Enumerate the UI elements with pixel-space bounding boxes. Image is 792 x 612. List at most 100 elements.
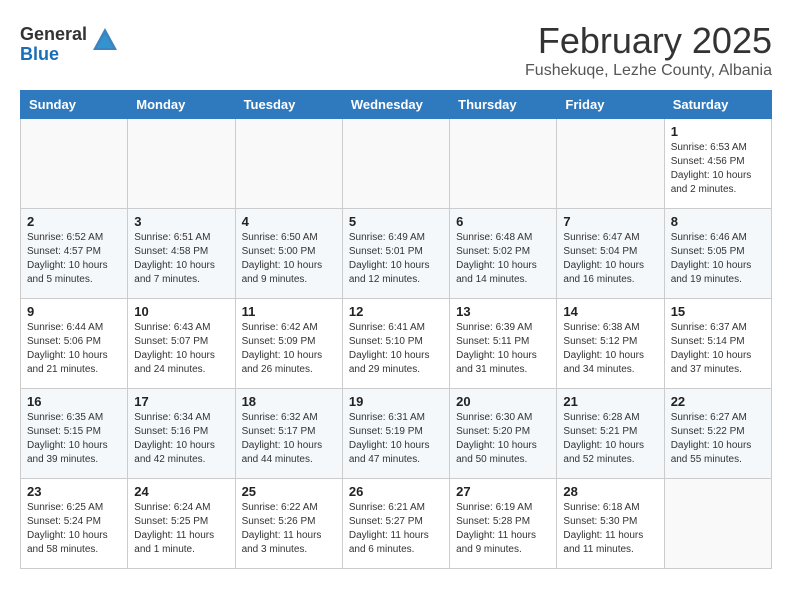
weekday-header-wednesday: Wednesday xyxy=(342,91,449,119)
day-number: 15 xyxy=(671,304,765,319)
day-info: Sunrise: 6:44 AM Sunset: 5:06 PM Dayligh… xyxy=(27,321,121,377)
day-cell: 17Sunrise: 6:34 AM Sunset: 5:16 PM Dayli… xyxy=(128,389,235,479)
day-cell: 7 Sunrise: 6:47 AM Sunset: 5:04 PM Daylig… xyxy=(557,209,664,299)
day-cell: 21 Sunrise: 6:28 AM Sunset: 5:21 PM Dayli… xyxy=(557,389,664,479)
day-info: Sunrise: 6:22 AM Sunset: 5:26 PM Dayligh… xyxy=(242,501,336,557)
day-number: 18 xyxy=(242,394,336,409)
day-info: Sunrise: 6:35 AM Sunset: 5:15 PM Dayligh… xyxy=(27,411,121,467)
day-info: Sunrise: 6:19 AM Sunset: 5:28 PM Dayligh… xyxy=(456,501,550,557)
day-info: Sunrise: 6:18 AM Sunset: 5:30 PM Dayligh… xyxy=(563,501,657,557)
day-info: Sunrise: 6:27 AM Sunset: 5:22 PM Dayligh… xyxy=(671,411,765,467)
day-number: 13 xyxy=(456,304,550,319)
weekday-header-row: SundayMondayTuesdayWednesdayThursdayFrid… xyxy=(21,91,772,119)
logo-blue: Blue xyxy=(20,45,59,65)
day-cell: 19Sunrise: 6:31 AM Sunset: 5:19 PM Dayli… xyxy=(342,389,449,479)
week-row-1: 1 Sunrise: 6:53 AM Sunset: 4:56 PM Daylig… xyxy=(21,119,772,209)
day-info: Sunrise: 6:43 AM Sunset: 5:07 PM Dayligh… xyxy=(134,321,228,377)
logo-general: General xyxy=(20,25,87,45)
day-info: Sunrise: 6:41 AM Sunset: 5:10 PM Dayligh… xyxy=(349,321,443,377)
day-info: Sunrise: 6:53 AM Sunset: 4:56 PM Dayligh… xyxy=(671,141,765,197)
day-info: Sunrise: 6:46 AM Sunset: 5:05 PM Dayligh… xyxy=(671,231,765,287)
logo-icon xyxy=(91,26,119,59)
week-row-4: 16 Sunrise: 6:35 AM Sunset: 5:15 PM Dayli… xyxy=(21,389,772,479)
day-number: 24 xyxy=(134,484,228,499)
day-number: 10 xyxy=(134,304,228,319)
day-number: 21 xyxy=(563,394,657,409)
day-info: Sunrise: 6:48 AM Sunset: 5:02 PM Dayligh… xyxy=(456,231,550,287)
day-cell: 16 Sunrise: 6:35 AM Sunset: 5:15 PM Dayli… xyxy=(21,389,128,479)
calendar-table: SundayMondayTuesdayWednesdayThursdayFrid… xyxy=(20,90,772,569)
day-cell: 2 Sunrise: 6:52 AM Sunset: 4:57 PM Daylig… xyxy=(21,209,128,299)
day-cell: 8 Sunrise: 6:46 AM Sunset: 5:05 PM Daylig… xyxy=(664,209,771,299)
day-cell: 15 Sunrise: 6:37 AM Sunset: 5:14 PM Dayli… xyxy=(664,299,771,389)
day-number: 17 xyxy=(134,394,228,409)
day-cell: 14 Sunrise: 6:38 AM Sunset: 5:12 PM Dayli… xyxy=(557,299,664,389)
day-cell xyxy=(128,119,235,209)
day-number: 6 xyxy=(456,214,550,229)
day-number: 11 xyxy=(242,304,336,319)
week-row-2: 2 Sunrise: 6:52 AM Sunset: 4:57 PM Daylig… xyxy=(21,209,772,299)
day-cell: 12Sunrise: 6:41 AM Sunset: 5:10 PM Dayli… xyxy=(342,299,449,389)
calendar-subtitle: Fushekuqe, Lezhe County, Albania xyxy=(525,62,772,80)
day-number: 8 xyxy=(671,214,765,229)
day-number: 19 xyxy=(349,394,443,409)
day-cell xyxy=(664,479,771,569)
day-cell: 23 Sunrise: 6:25 AM Sunset: 5:24 PM Dayli… xyxy=(21,479,128,569)
day-number: 2 xyxy=(27,214,121,229)
day-info: Sunrise: 6:47 AM Sunset: 5:04 PM Dayligh… xyxy=(563,231,657,287)
day-cell xyxy=(21,119,128,209)
day-number: 26 xyxy=(349,484,443,499)
day-number: 14 xyxy=(563,304,657,319)
week-row-3: 9 Sunrise: 6:44 AM Sunset: 5:06 PM Daylig… xyxy=(21,299,772,389)
day-info: Sunrise: 6:21 AM Sunset: 5:27 PM Dayligh… xyxy=(349,501,443,557)
day-number: 9 xyxy=(27,304,121,319)
day-cell: 3Sunrise: 6:51 AM Sunset: 4:58 PM Daylig… xyxy=(128,209,235,299)
day-number: 4 xyxy=(242,214,336,229)
day-cell xyxy=(450,119,557,209)
day-info: Sunrise: 6:25 AM Sunset: 5:24 PM Dayligh… xyxy=(27,501,121,557)
day-number: 22 xyxy=(671,394,765,409)
day-info: Sunrise: 6:39 AM Sunset: 5:11 PM Dayligh… xyxy=(456,321,550,377)
day-cell xyxy=(235,119,342,209)
day-number: 7 xyxy=(563,214,657,229)
day-info: Sunrise: 6:38 AM Sunset: 5:12 PM Dayligh… xyxy=(563,321,657,377)
day-number: 3 xyxy=(134,214,228,229)
day-info: Sunrise: 6:32 AM Sunset: 5:17 PM Dayligh… xyxy=(242,411,336,467)
day-cell: 9 Sunrise: 6:44 AM Sunset: 5:06 PM Daylig… xyxy=(21,299,128,389)
day-info: Sunrise: 6:42 AM Sunset: 5:09 PM Dayligh… xyxy=(242,321,336,377)
day-number: 5 xyxy=(349,214,443,229)
day-info: Sunrise: 6:28 AM Sunset: 5:21 PM Dayligh… xyxy=(563,411,657,467)
day-cell: 11 Sunrise: 6:42 AM Sunset: 5:09 PM Dayli… xyxy=(235,299,342,389)
day-info: Sunrise: 6:30 AM Sunset: 5:20 PM Dayligh… xyxy=(456,411,550,467)
logo: General Blue xyxy=(20,25,119,65)
day-cell: 25 Sunrise: 6:22 AM Sunset: 5:26 PM Dayli… xyxy=(235,479,342,569)
weekday-header-saturday: Saturday xyxy=(664,91,771,119)
day-cell: 28 Sunrise: 6:18 AM Sunset: 5:30 PM Dayli… xyxy=(557,479,664,569)
day-info: Sunrise: 6:24 AM Sunset: 5:25 PM Dayligh… xyxy=(134,501,228,557)
day-cell: 5 Sunrise: 6:49 AM Sunset: 5:01 PM Daylig… xyxy=(342,209,449,299)
day-cell: 4 Sunrise: 6:50 AM Sunset: 5:00 PM Daylig… xyxy=(235,209,342,299)
day-info: Sunrise: 6:52 AM Sunset: 4:57 PM Dayligh… xyxy=(27,231,121,287)
page-header: General Blue February 2025 Fushekuqe, Le… xyxy=(20,20,772,80)
day-cell xyxy=(342,119,449,209)
day-number: 20 xyxy=(456,394,550,409)
day-cell: 10 Sunrise: 6:43 AM Sunset: 5:07 PM Dayli… xyxy=(128,299,235,389)
day-cell xyxy=(557,119,664,209)
day-number: 25 xyxy=(242,484,336,499)
day-info: Sunrise: 6:49 AM Sunset: 5:01 PM Dayligh… xyxy=(349,231,443,287)
day-number: 28 xyxy=(563,484,657,499)
day-cell: 24 Sunrise: 6:24 AM Sunset: 5:25 PM Dayli… xyxy=(128,479,235,569)
day-number: 1 xyxy=(671,124,765,139)
weekday-header-tuesday: Tuesday xyxy=(235,91,342,119)
day-info: Sunrise: 6:50 AM Sunset: 5:00 PM Dayligh… xyxy=(242,231,336,287)
weekday-header-thursday: Thursday xyxy=(450,91,557,119)
day-number: 16 xyxy=(27,394,121,409)
day-cell: 1 Sunrise: 6:53 AM Sunset: 4:56 PM Daylig… xyxy=(664,119,771,209)
day-number: 23 xyxy=(27,484,121,499)
weekday-header-sunday: Sunday xyxy=(21,91,128,119)
day-cell: 22 Sunrise: 6:27 AM Sunset: 5:22 PM Dayli… xyxy=(664,389,771,479)
day-number: 27 xyxy=(456,484,550,499)
day-info: Sunrise: 6:37 AM Sunset: 5:14 PM Dayligh… xyxy=(671,321,765,377)
weekday-header-monday: Monday xyxy=(128,91,235,119)
day-cell: 27 Sunrise: 6:19 AM Sunset: 5:28 PM Dayli… xyxy=(450,479,557,569)
